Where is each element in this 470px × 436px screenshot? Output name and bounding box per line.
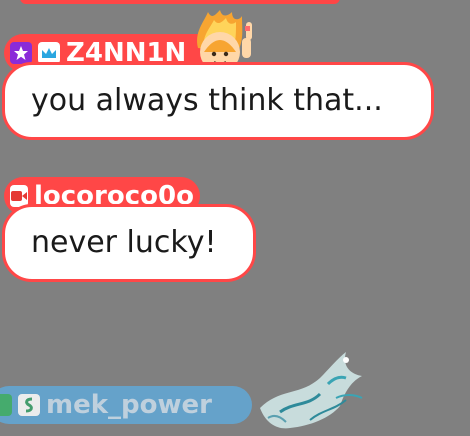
- serpent-badge-icon: [18, 394, 40, 416]
- message-text: never lucky!: [31, 225, 217, 260]
- green-badge-icon: [0, 394, 12, 416]
- dragon-emote-icon: [260, 352, 363, 429]
- crown-badge-icon: [38, 42, 60, 64]
- star-badge-icon: [10, 42, 32, 64]
- previous-message-edge: [20, 0, 340, 4]
- username-tag[interactable]: mek_power: [0, 386, 252, 424]
- message-bubble: you always think that...: [2, 62, 434, 140]
- message-bubble: never lucky!: [2, 204, 256, 282]
- message-text: you always think that...: [31, 83, 383, 118]
- username: mek_power: [46, 390, 212, 420]
